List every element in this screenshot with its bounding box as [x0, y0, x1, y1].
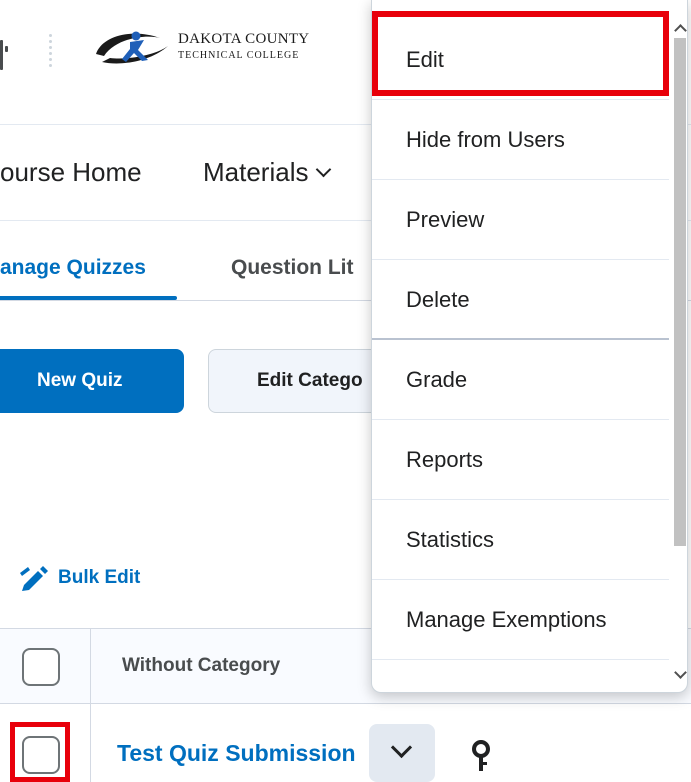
tab-manage-quizzes[interactable]: anage Quizzes [0, 256, 146, 280]
scrollbar-thumb[interactable] [674, 38, 686, 546]
quiz-context-menu: Edit Hide from Users Preview Delete Grad… [371, 0, 688, 693]
menu-item-preview[interactable]: Preview [372, 180, 669, 260]
menu-item-hide-from-users[interactable]: Hide from Users [372, 100, 669, 180]
chevron-down-icon [316, 161, 332, 178]
separator-dots [48, 34, 52, 74]
college-logo[interactable]: DAKOTA COUNTY TECHNICAL COLLEGE [92, 26, 362, 72]
nav-item-materials[interactable]: Materials [203, 157, 332, 188]
new-quiz-button[interactable]: New Quiz [0, 349, 184, 413]
table-row: Test Quiz Submission [0, 704, 691, 782]
logo-line1: DAKOTA COUNTY [178, 31, 310, 47]
column-divider [90, 629, 91, 705]
nav-item-label: ourse Home [0, 157, 142, 187]
quiz-actions-button[interactable] [369, 724, 435, 782]
menu-item-reports[interactable]: Reports [372, 420, 669, 500]
key-icon [472, 740, 490, 771]
category-header: Without Category [122, 655, 281, 676]
pencil-icon [20, 566, 48, 591]
menu-scrollbar[interactable] [672, 0, 687, 688]
scroll-down-icon[interactable] [674, 666, 687, 679]
menu-item-grade[interactable]: Grade [372, 340, 669, 420]
scroll-up-icon[interactable] [674, 24, 687, 37]
menu-item-statistics[interactable]: Statistics [372, 500, 669, 580]
tab-question-library[interactable]: Question Lit [231, 256, 354, 280]
bulk-edit-label: Bulk Edit [58, 567, 141, 588]
logo-line2: TECHNICAL COLLEGE [178, 50, 300, 61]
column-divider [90, 704, 91, 782]
menu-item-delete[interactable]: Delete [372, 260, 669, 340]
chevron-down-icon [390, 736, 413, 759]
grip-icon [0, 40, 16, 70]
menu-item-manage-exemptions[interactable]: Manage Exemptions [372, 580, 669, 660]
checkbox-highlight-annotation [10, 722, 70, 782]
quiz-name-link[interactable]: Test Quiz Submission [117, 740, 356, 767]
select-all-checkbox[interactable] [22, 648, 60, 686]
nav-item-label: Materials [203, 157, 309, 187]
logo-mark-icon [96, 31, 168, 64]
nav-item-course-home[interactable]: ourse Home [0, 157, 142, 188]
edit-highlight-annotation [372, 11, 669, 96]
menu-item-partial[interactable] [372, 660, 669, 692]
logo-text: DAKOTA COUNTY TECHNICAL COLLEGE [178, 30, 309, 62]
